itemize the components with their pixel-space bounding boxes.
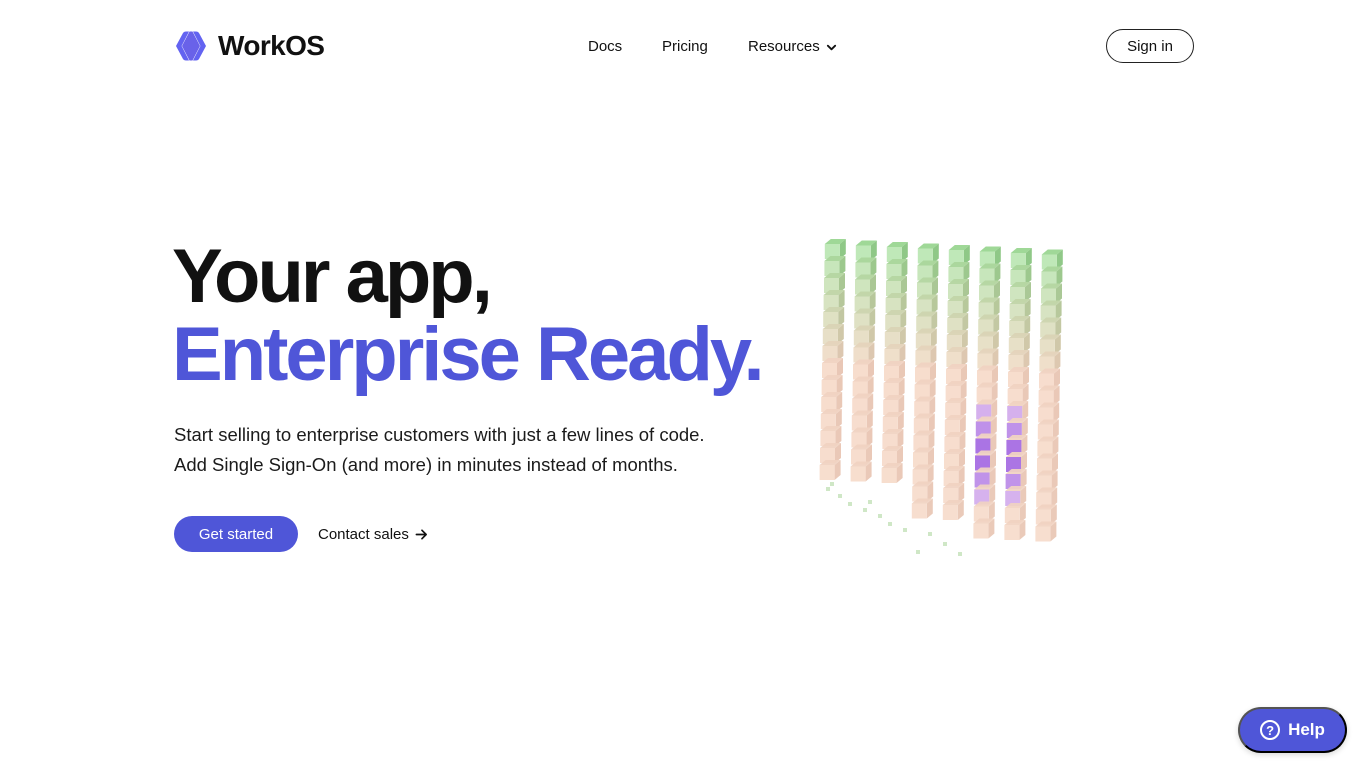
contact-sales-label: Contact sales xyxy=(318,525,409,543)
hero-title-line1: Your app, xyxy=(172,234,493,319)
cube-block xyxy=(819,460,841,480)
contact-sales-link[interactable]: Contact sales xyxy=(318,524,428,544)
particle xyxy=(928,532,932,536)
hero-title: Your app, Enterprise Ready. xyxy=(172,234,765,397)
brand-name: WorkOS xyxy=(218,30,325,61)
chevron-down-icon xyxy=(826,44,836,50)
question-circle-icon: ? xyxy=(1260,720,1281,740)
particle xyxy=(916,550,920,554)
nav-resources-label: Resources xyxy=(748,38,820,55)
nav-resources[interactable]: Resources xyxy=(748,37,837,57)
cube-block xyxy=(1004,520,1026,540)
logo-link[interactable]: WorkOS xyxy=(174,30,325,62)
particle xyxy=(888,522,892,526)
cube-block xyxy=(911,498,933,519)
cube-block xyxy=(881,463,903,483)
hero-subtitle-line2: Add Single Sign-On (and more) in minutes… xyxy=(174,454,678,475)
particle xyxy=(943,542,947,546)
particle xyxy=(838,494,842,498)
hero-subtitle-line1: Start selling to enterprise customers wi… xyxy=(174,424,705,445)
arrow-right-icon xyxy=(415,528,427,540)
particle xyxy=(903,528,907,532)
help-label: Help xyxy=(1288,720,1325,739)
cube-block xyxy=(850,461,872,482)
nav-pricing[interactable]: Pricing xyxy=(662,37,708,57)
page: WorkOS Docs Pricing Resources Sign in Yo… xyxy=(0,0,1367,767)
hero-subtitle: Start selling to enterprise customers wi… xyxy=(174,420,774,480)
particle xyxy=(868,500,872,504)
sign-in-button[interactable]: Sign in xyxy=(1106,29,1194,63)
hero-title-line2: Enterprise Ready. xyxy=(172,312,765,397)
get-started-button[interactable]: Get started xyxy=(174,516,298,552)
cube-grid-illustration xyxy=(819,239,1063,556)
cube-block xyxy=(1035,521,1057,542)
workos-logo-icon xyxy=(176,31,206,61)
help-button[interactable]: ? Help xyxy=(1238,707,1347,753)
particle xyxy=(878,514,882,518)
particle xyxy=(863,508,867,512)
particle xyxy=(958,552,962,556)
particle xyxy=(848,502,852,506)
particle xyxy=(826,487,830,491)
cube-block xyxy=(942,500,964,520)
nav-docs[interactable]: Docs xyxy=(588,37,622,57)
particle xyxy=(830,482,834,486)
cube-block xyxy=(973,518,995,539)
